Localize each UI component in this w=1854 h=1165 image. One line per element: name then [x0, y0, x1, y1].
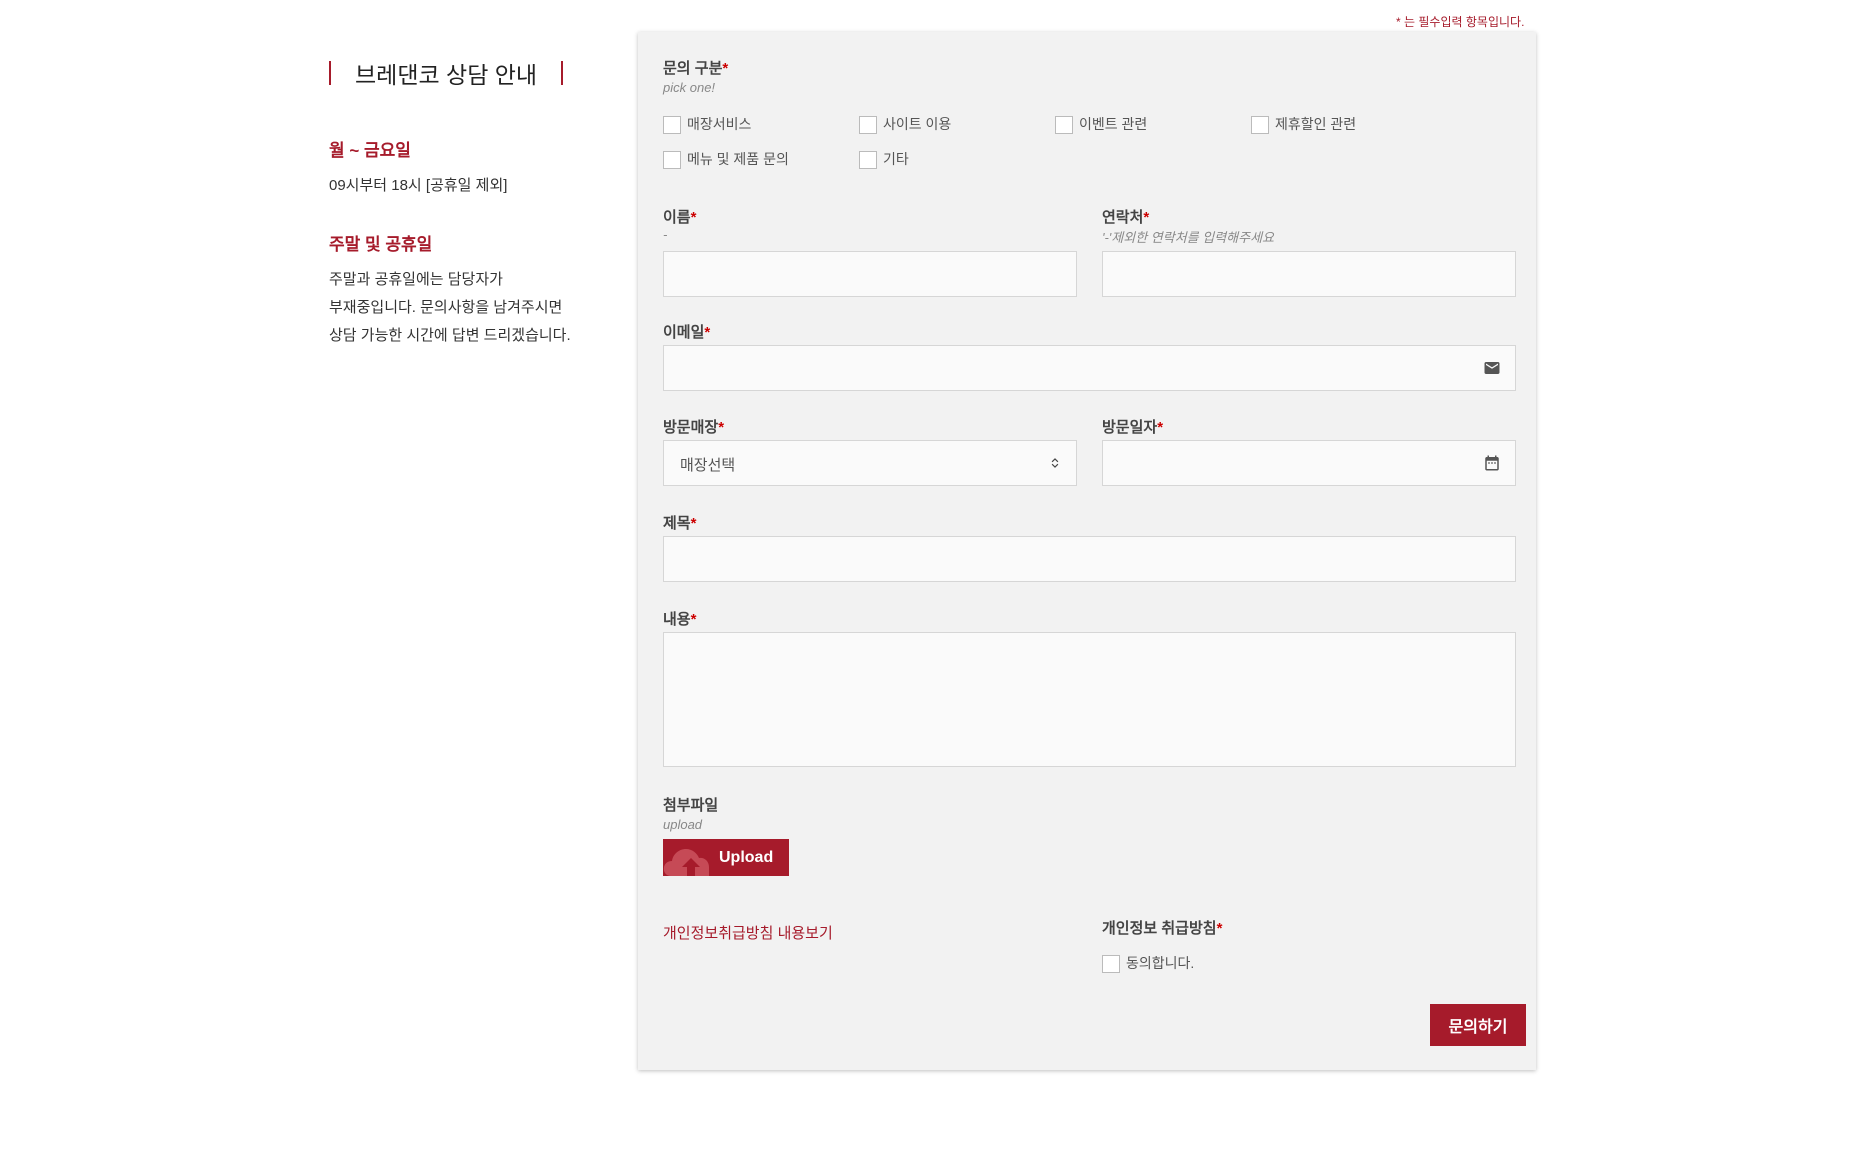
- required-mark: *: [690, 515, 697, 532]
- checkbox[interactable]: [859, 116, 877, 134]
- content-field[interactable]: [663, 632, 1516, 767]
- attachment-label: 첨부파일: [663, 797, 719, 814]
- subject-label: 제목*: [663, 515, 697, 532]
- checkbox[interactable]: [663, 151, 681, 169]
- store-select-value: 매장선택: [680, 457, 736, 474]
- name-field[interactable]: [663, 251, 1077, 297]
- mail-icon: [1484, 362, 1500, 374]
- title-bar-right: [561, 61, 564, 85]
- attachment-hint: upload: [663, 817, 703, 832]
- content-label: 내용*: [663, 611, 697, 628]
- category-option-store-service[interactable]: 매장서비스: [663, 114, 751, 134]
- category-label: 문의 구분*: [663, 60, 729, 77]
- content-textarea[interactable]: [664, 633, 1515, 766]
- email-field[interactable]: [663, 345, 1516, 391]
- submit-button[interactable]: 문의하기: [1430, 1004, 1526, 1046]
- privacy-label: 개인정보 취급방침*: [1102, 920, 1223, 937]
- name-input[interactable]: [664, 252, 1076, 296]
- checkbox[interactable]: [859, 151, 877, 169]
- phone-field[interactable]: [1102, 251, 1516, 297]
- store-label: 방문매장*: [663, 419, 725, 436]
- upload-button-label: Upload: [719, 848, 774, 866]
- privacy-policy-link[interactable]: 개인정보취급방침 내용보기: [663, 922, 833, 943]
- cloud-upload-icon: [663, 839, 719, 876]
- checkbox[interactable]: [663, 116, 681, 134]
- title-bar-left: [329, 61, 331, 85]
- category-hint: pick one!: [663, 80, 716, 95]
- inquiry-form: 문의 구분* pick one! 매장서비스 사이트 이용 이벤트 관련 제휴할…: [638, 32, 1536, 1070]
- select-arrows-icon: [1051, 458, 1059, 468]
- required-mark: *: [704, 324, 711, 341]
- page: * 는 필수입력 항목입니다. 브레댄코 상담 안내 월 ~ 금요일 09시부터…: [0, 0, 1854, 1165]
- weekday-hours: 09시부터 18시 [공휴일 제외]: [329, 177, 508, 194]
- calendar-icon[interactable]: [1483, 454, 1501, 472]
- upload-button[interactable]: Upload: [663, 839, 789, 876]
- consult-info-panel: 브레댄코 상담 안내 월 ~ 금요일 09시부터 18시 [공휴일 제외] 주말…: [329, 52, 629, 350]
- required-mark: *: [722, 60, 729, 77]
- phone-input[interactable]: [1103, 252, 1515, 296]
- checkbox[interactable]: [1102, 955, 1120, 973]
- consult-info-title: 브레댄코 상담 안내: [329, 52, 629, 94]
- weekday-heading: 월 ~ 금요일: [329, 141, 411, 160]
- required-mark: *: [690, 611, 697, 628]
- category-option-other[interactable]: 기타: [859, 149, 909, 169]
- name-hint: -: [663, 227, 668, 242]
- subject-field[interactable]: [663, 536, 1516, 582]
- visit-date-field[interactable]: [1102, 440, 1516, 486]
- category-option-menu-product[interactable]: 메뉴 및 제품 문의: [663, 149, 789, 169]
- weekend-notice-line: 상담 가능한 시간에 답변 드리겠습니다.: [329, 327, 571, 344]
- required-mark: *: [1216, 920, 1223, 937]
- weekend-notice: 주말과 공휴일에는 담당자가 부재중입니다. 문의사항을 남겨주시면 상담 가능…: [329, 266, 629, 350]
- visit-date-label: 방문일자*: [1102, 419, 1164, 436]
- consult-info-title-text: 브레댄코 상담 안내: [355, 62, 538, 88]
- phone-hint: '-'제외한 연락처를 입력해주세요: [1102, 230, 1274, 245]
- category-option-site-usage[interactable]: 사이트 이용: [859, 114, 951, 134]
- checkbox[interactable]: [1055, 116, 1073, 134]
- weekend-notice-line: 부재중입니다. 문의사항을 남겨주시면: [329, 299, 563, 316]
- subject-input[interactable]: [664, 537, 1515, 581]
- required-mark: *: [718, 419, 725, 436]
- required-mark: *: [1143, 209, 1150, 226]
- email-input[interactable]: [664, 346, 1515, 390]
- weekend-notice-line: 주말과 공휴일에는 담당자가: [329, 271, 503, 288]
- privacy-agree-checkbox[interactable]: 동의합니다.: [1102, 953, 1194, 973]
- visit-date-input[interactable]: [1103, 441, 1515, 485]
- phone-label: 연락처*: [1102, 209, 1150, 226]
- weekend-heading: 주말 및 공휴일: [329, 235, 433, 254]
- name-label: 이름*: [663, 209, 697, 226]
- category-option-event[interactable]: 이벤트 관련: [1055, 114, 1147, 134]
- email-label: 이메일*: [663, 324, 711, 341]
- checkbox[interactable]: [1251, 116, 1269, 134]
- required-note: * 는 필수입력 항목입니다.: [1396, 15, 1525, 29]
- required-mark: *: [1157, 419, 1164, 436]
- required-mark: *: [690, 209, 697, 226]
- store-select[interactable]: 매장선택: [663, 440, 1077, 486]
- category-option-partner-discount[interactable]: 제휴할인 관련: [1251, 114, 1356, 134]
